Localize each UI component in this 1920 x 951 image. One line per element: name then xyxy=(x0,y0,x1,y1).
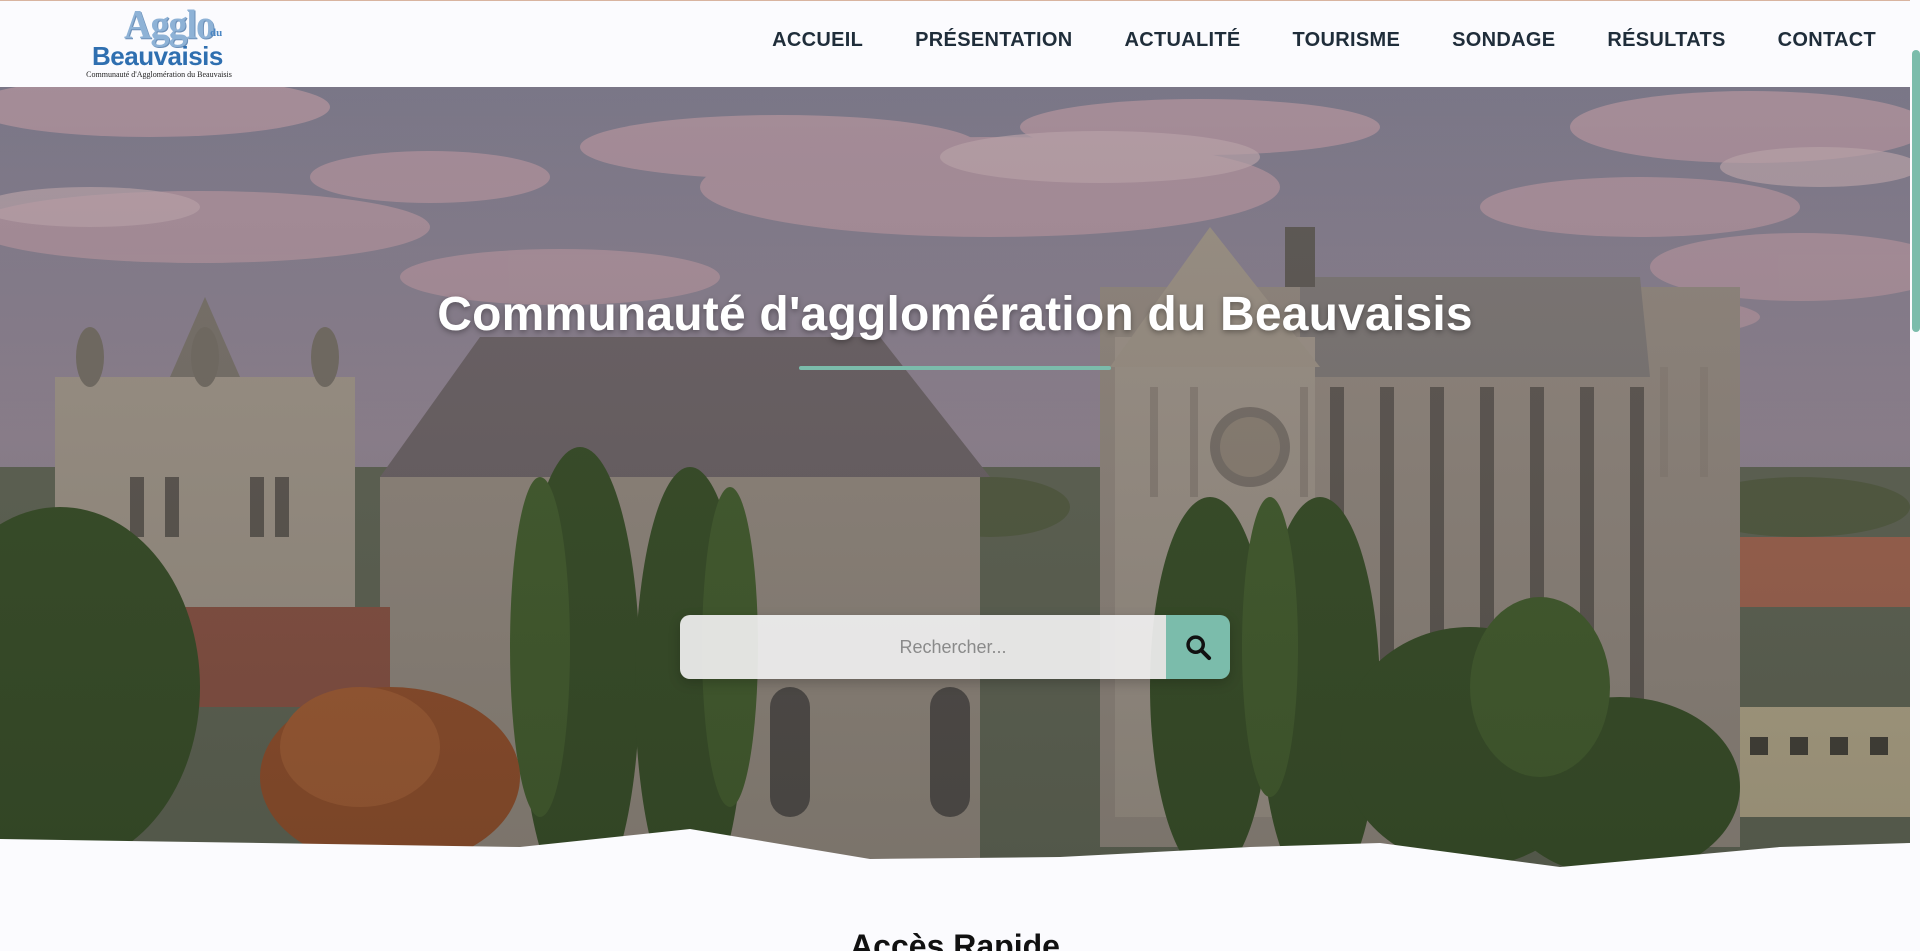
hero-section: Communauté d'agglomération du Beauvaisis xyxy=(0,87,1910,867)
nav-item-contact[interactable]: CONTACT xyxy=(1778,29,1876,52)
logo-subtitle: Communauté d'Agglomération du Beauvaisis xyxy=(86,70,232,79)
site-logo[interactable]: Agglo du Beauvaisis Communauté d'Agglomé… xyxy=(74,2,244,81)
nav-item-presentation[interactable]: PRÉSENTATION xyxy=(915,29,1072,52)
quick-access-title: Accès Rapide xyxy=(850,928,1060,951)
search-icon xyxy=(1186,635,1212,661)
site-header: Agglo du Beauvaisis Communauté d'Agglomé… xyxy=(0,1,1910,87)
hero-background-image xyxy=(0,87,1910,867)
search-input[interactable] xyxy=(680,615,1166,679)
search-button[interactable] xyxy=(1166,615,1230,679)
title-underline xyxy=(799,366,1111,370)
main-nav: ACCUEIL PRÉSENTATION ACTUALITÉ TOURISME … xyxy=(720,1,1876,79)
nav-item-sondage[interactable]: SONDAGE xyxy=(1452,29,1555,52)
search-form xyxy=(680,615,1230,679)
nav-item-accueil[interactable]: ACCUEIL xyxy=(772,29,863,52)
nav-item-resultats[interactable]: RÉSULTATS xyxy=(1607,29,1725,52)
nav-item-actualite[interactable]: ACTUALITÉ xyxy=(1124,29,1240,52)
hero-title: Communauté d'agglomération du Beauvaisis xyxy=(437,288,1473,341)
logo-text-beauvaisis: Beauvaisis xyxy=(92,41,223,71)
logo-text-du: du xyxy=(210,27,223,39)
page-scrollbar[interactable] xyxy=(1910,0,1920,951)
nav-item-tourisme[interactable]: TOURISME xyxy=(1293,29,1401,52)
scrollbar-thumb[interactable] xyxy=(1912,50,1920,332)
